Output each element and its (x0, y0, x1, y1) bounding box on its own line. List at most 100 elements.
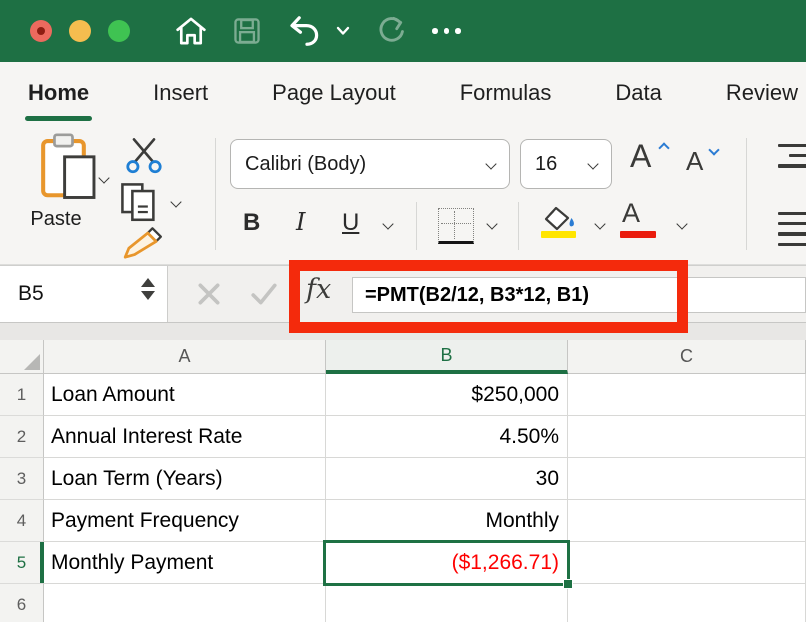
column-header-b[interactable]: B (326, 340, 568, 374)
font-color-letter: A (622, 198, 640, 228)
ribbon-separator (215, 138, 216, 250)
font-name-select[interactable]: Calibri (Body) (230, 139, 510, 189)
formula-text: =PMT(B2/12, B3*12, B1) (365, 284, 589, 307)
cell-c2[interactable] (568, 416, 806, 458)
cell-c3[interactable] (568, 458, 806, 500)
cell-a3[interactable]: Loan Term (Years) (44, 458, 326, 500)
cell-c5[interactable] (568, 542, 806, 584)
align-center-icon[interactable] (778, 144, 806, 168)
row-header-3[interactable]: 3 (0, 458, 44, 500)
more-icon[interactable] (432, 28, 461, 34)
column-header-c[interactable]: C (568, 340, 806, 374)
cell-c1[interactable] (568, 374, 806, 416)
copy-icon (118, 209, 160, 226)
font-color-swatch (620, 231, 656, 238)
sheet-row-3: 3 Loan Term (Years) 30 (0, 458, 806, 500)
row-header-2[interactable]: 2 (0, 416, 44, 458)
grow-font-letter: A (630, 138, 651, 174)
scissors-icon (124, 161, 164, 178)
cell-b4[interactable]: Monthly (326, 500, 568, 542)
column-header-a[interactable]: A (44, 340, 326, 374)
stepper-down-icon[interactable] (141, 291, 155, 300)
font-name-value: Calibri (Body) (245, 153, 366, 176)
font-color-chevron-icon[interactable] (676, 218, 687, 229)
cell-a2[interactable]: Annual Interest Rate (44, 416, 326, 458)
font-size-value: 16 (535, 153, 557, 176)
borders-chevron-icon[interactable] (486, 218, 497, 229)
paste-button[interactable] (22, 132, 114, 207)
font-color-button[interactable]: A (622, 198, 640, 229)
ribbon-separator (416, 202, 417, 250)
cell-b1[interactable]: $250,000 (326, 374, 568, 416)
cell-a6[interactable] (44, 584, 326, 622)
row-header-1[interactable]: 1 (0, 374, 44, 416)
fill-handle[interactable] (563, 579, 573, 589)
sheet-row-2: 2 Annual Interest Rate 4.50% (0, 416, 806, 458)
cell-a5[interactable]: Monthly Payment (44, 542, 326, 584)
cell-a4[interactable]: Payment Frequency (44, 500, 326, 542)
copy-chevron-icon[interactable] (170, 196, 181, 207)
cancel-icon[interactable] (196, 281, 222, 312)
format-painter-button[interactable] (122, 226, 164, 265)
increase-font-button[interactable]: A (630, 138, 651, 175)
enter-icon[interactable] (250, 281, 278, 312)
clipboard-icon (37, 189, 99, 206)
undo-chevron-icon[interactable] (336, 26, 350, 36)
font-size-select[interactable]: 16 (520, 139, 612, 189)
minimize-button[interactable] (69, 20, 91, 42)
home-icon[interactable] (174, 15, 208, 47)
caret-up-icon (658, 142, 669, 153)
copy-button[interactable] (118, 180, 160, 227)
tab-data[interactable]: Data (615, 80, 661, 106)
format-painter-icon (122, 247, 164, 264)
traffic-lights (30, 20, 130, 42)
chevron-down-icon (485, 158, 496, 169)
insert-function-button[interactable]: fx (306, 274, 331, 305)
tab-formulas[interactable]: Formulas (460, 80, 552, 106)
caret-down-icon (708, 144, 719, 155)
close-button[interactable] (30, 20, 52, 42)
underline-button[interactable]: U (342, 209, 359, 237)
cell-a1[interactable]: Loan Amount (44, 374, 326, 416)
tab-page-layout[interactable]: Page Layout (272, 80, 396, 106)
borders-button[interactable] (438, 208, 474, 244)
paste-button-label[interactable]: Paste (10, 208, 102, 231)
ribbon-tab-bar: Home Insert Page Layout Formulas Data Re… (0, 62, 806, 124)
ribbon-separator (746, 138, 747, 250)
stepper-up-icon[interactable] (141, 278, 155, 287)
cut-button[interactable] (124, 136, 164, 179)
decrease-font-button[interactable]: A (686, 146, 703, 177)
tab-review[interactable]: Review (726, 80, 798, 106)
formula-input[interactable]: =PMT(B2/12, B3*12, B1) (352, 277, 806, 313)
row-header-6[interactable]: 6 (0, 584, 44, 622)
save-icon[interactable] (232, 16, 262, 46)
italic-button[interactable]: I (296, 208, 305, 236)
cell-c4[interactable] (568, 500, 806, 542)
sheet-row-4: 4 Payment Frequency Monthly (0, 500, 806, 542)
cell-b6[interactable] (326, 584, 568, 622)
window-titlebar (0, 0, 806, 62)
ribbon: Paste Calibri (Body) 16 A A B I U (0, 124, 806, 265)
redo-icon[interactable] (374, 15, 408, 47)
cell-b3[interactable]: 30 (326, 458, 568, 500)
formula-bar: B5 fx =PMT(B2/12, B3*12, B1) (0, 265, 806, 323)
cell-c6[interactable] (568, 584, 806, 622)
bold-button[interactable]: B (243, 209, 260, 237)
spreadsheet-grid: A B C 1 Loan Amount $250,000 2 Annual In… (0, 340, 806, 622)
fill-color-button[interactable] (540, 204, 580, 237)
select-all-corner[interactable] (0, 340, 44, 374)
fill-color-chevron-icon[interactable] (594, 218, 605, 229)
name-box-stepper[interactable] (141, 278, 155, 300)
align-left-icon[interactable] (778, 212, 806, 246)
tab-home[interactable]: Home (28, 80, 89, 106)
active-cell-selection-border (323, 540, 570, 586)
row-header-5[interactable]: 5 (0, 542, 44, 584)
zoom-button[interactable] (108, 20, 130, 42)
undo-icon[interactable] (286, 14, 322, 48)
tab-insert[interactable]: Insert (153, 80, 208, 106)
shrink-font-letter: A (686, 146, 703, 176)
underline-chevron-icon[interactable] (382, 218, 393, 229)
row-header-4[interactable]: 4 (0, 500, 44, 542)
name-box[interactable]: B5 (0, 266, 168, 322)
cell-b2[interactable]: 4.50% (326, 416, 568, 458)
